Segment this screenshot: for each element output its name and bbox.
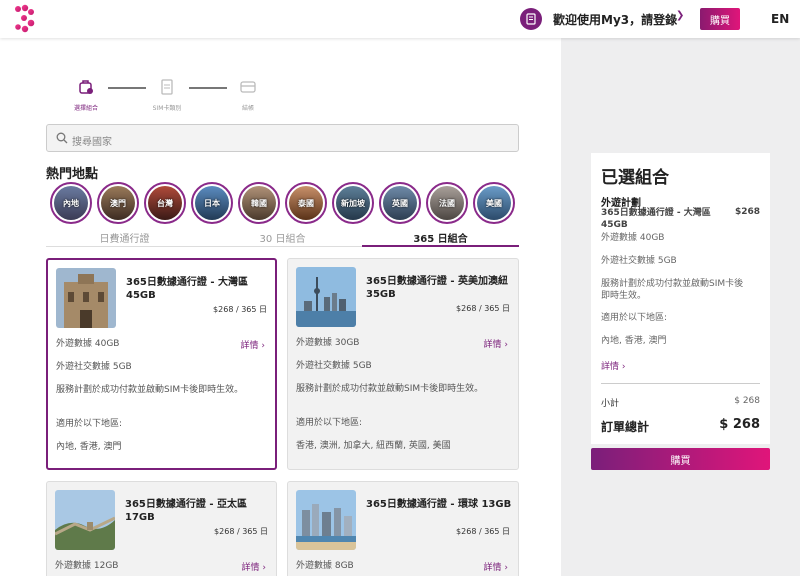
order-total-label: 訂單總計 [601,420,650,434]
step-checkout: 結帳 [218,78,278,112]
plan-price: $268 / 365 日 [213,305,267,314]
chevron-right-icon: › [262,563,266,573]
cart-icon [79,80,93,94]
plan-title: 365日數據通行證 - 大灣區 45GB [126,277,248,301]
plan-card-global[interactable]: 365日數據通行證 - 環球 13GB $268 / 365 日 外遊數據 8G… [287,481,519,576]
country-search-input[interactable]: 搜尋國家 [46,124,519,152]
summary-data: 外遊數據 40GB [601,233,665,243]
destination-macau[interactable]: 澳門 [97,182,139,224]
plan-price: $268 / 365 日 [456,527,510,536]
top-header: 歡迎使用My3，請登錄 ❯ 購買 EN [0,0,800,38]
destination-mainland[interactable]: 內地 [50,182,92,224]
plan-card-gba[interactable]: 365日數據通行證 - 大灣區 45GB $268 / 365 日 外遊數據 4… [46,258,277,470]
summary-regions: 內地, 香港, 澳門 [601,336,667,346]
plan-title: 365日數據通行證 - 環球 13GB [366,499,512,510]
plan-price: $268 / 365 日 [214,527,268,536]
summary-plan-price: $268 [734,207,760,217]
chevron-right-icon: › [621,362,626,372]
step-sim-type: SIM卡類別 [137,78,197,112]
plan-detail-link[interactable]: 詳情 › [242,560,267,573]
plan-social-data: 外遊社交數據 5GB [56,362,132,372]
tab-active-indicator [362,245,519,247]
search-icon [56,132,68,144]
plan-description: 服務計劃於成功付款並啟動SIM卡後即時生效。 [56,385,244,395]
summary-divider [601,383,760,384]
chevron-right-icon: › [504,563,508,573]
plan-image-great-wall [55,490,115,550]
plan-card-uk-us-ca-au-nz[interactable]: 365日數據通行證 - 英美加澳紐 35GB $268 / 365 日 外遊數據… [287,258,519,470]
plan-description: 服務計劃於成功付款並啟動SIM卡後即時生效。 [296,384,484,394]
step-select-plan: 選擇組合 [56,78,116,112]
credit-card-icon [240,81,256,93]
summary-regions-label: 適用於以下地區: [601,313,668,323]
summary-plan-name: 365日數據通行證 - 大灣區 45GB [601,208,711,230]
plan-detail-link[interactable]: 詳情 › [484,560,509,573]
plan-detail-link[interactable]: 詳情 › [484,337,509,350]
destination-singapore[interactable]: 新加坡 [332,182,374,224]
plan-data: 外遊數據 40GB [56,339,120,349]
destination-korea[interactable]: 韓國 [238,182,280,224]
destination-taiwan[interactable]: 台灣 [144,182,186,224]
selected-plan-summary: 已選組合 外遊計劃 365日數據通行證 - 大灣區 45GB $268 外遊數據… [591,153,770,444]
chevron-down-icon[interactable]: ❯ [676,10,684,21]
step-label: 結帳 [241,105,254,112]
step-label: 選擇組合 [73,105,98,112]
summary-description: 服務計劃於成功付款並啟動SIM卡後即時生效。 [601,279,744,301]
plan-data: 外遊數據 8GB [296,561,354,571]
summary-detail-link[interactable]: 詳情 › [601,359,626,372]
plan-regions: 內地, 香港, 澳門 [56,442,122,452]
destination-uk[interactable]: 英國 [379,182,421,224]
destination-thailand[interactable]: 泰國 [285,182,327,224]
header-buy-button[interactable]: 購買 [700,8,740,30]
plan-regions-label: 適用於以下地區: [56,419,123,429]
destination-usa[interactable]: 美國 [473,182,515,224]
language-toggle[interactable]: EN [771,12,789,26]
purchase-button[interactable]: 購買 [591,448,770,470]
plan-regions-label: 適用於以下地區: [296,418,363,428]
plan-price: $268 / 365 日 [456,304,510,313]
plan-title: 365日數據通行證 - 英美加澳紐 35GB [366,276,508,300]
plan-data: 外遊數據 12GB [55,561,119,571]
plan-title: 365日數據通行證 - 亞太區 17GB [125,499,247,523]
destination-france[interactable]: 法國 [426,182,468,224]
plan-image-toronto [296,267,356,327]
sim-card-icon [161,79,173,95]
destination-japan[interactable]: 日本 [191,182,233,224]
subtotal-label: 小計 [601,399,620,409]
plan-detail-link[interactable]: 詳情 › [241,338,266,351]
chevron-right-icon: › [504,340,508,350]
plan-image-city-beach [296,490,356,550]
chevron-right-icon: › [261,341,265,351]
plan-data: 外遊數據 30GB [296,338,360,348]
step-label: SIM卡類別 [152,105,182,112]
plan-regions: 香港, 澳洲, 加拿大, 紐西蘭, 英國, 美國 [296,441,451,451]
summary-heading: 已選組合 [601,168,669,188]
three-logo-icon[interactable] [12,4,38,34]
summary-social-data: 外遊社交數據 5GB [601,256,677,266]
plan-social-data: 外遊社交數據 5GB [296,361,372,371]
login-welcome-link[interactable]: 歡迎使用My3，請登錄 [553,11,677,28]
plan-card-asia-pacific[interactable]: 365日數據通行證 - 亞太區 17GB $268 / 365 日 外遊數據 1… [46,481,277,576]
popular-destinations-title: 熱門地點 [46,167,99,182]
subtotal-value: $ 268 [734,396,760,406]
tab-30-day[interactable]: 30 日組合 [204,230,361,247]
order-total-value: $ 268 [719,417,760,432]
plan-image-macau-ruins [56,268,116,328]
search-placeholder: 搜尋國家 [72,137,112,148]
account-icon[interactable] [520,8,542,30]
tab-daily-pass[interactable]: 日費通行證 [46,230,203,247]
